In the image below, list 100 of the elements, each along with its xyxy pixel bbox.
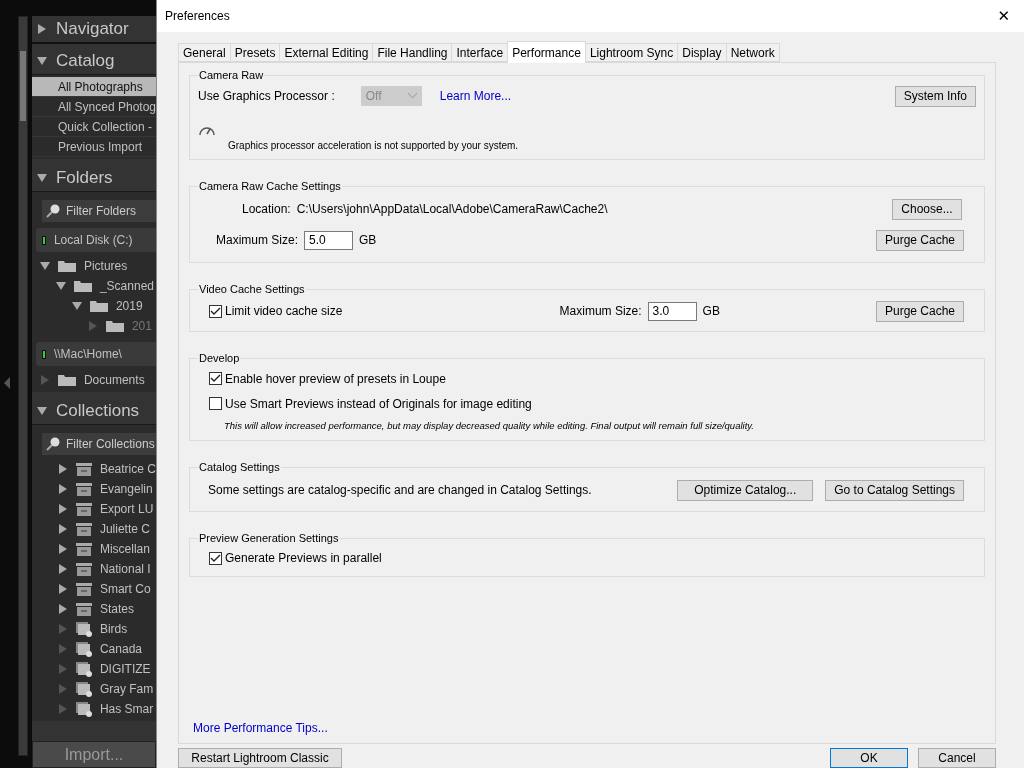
panel-header[interactable]: Navigator	[31, 16, 156, 43]
panel-header[interactable]: Folders	[31, 165, 156, 192]
size-input[interactable]: 3.0	[647, 301, 697, 321]
collection-row[interactable]: Evangelin	[31, 479, 156, 500]
tab[interactable]: Presets	[229, 43, 281, 62]
collection-label: Canada	[99, 642, 142, 657]
panel-arrow-icon[interactable]	[36, 56, 47, 66]
panel-header[interactable]: Collections	[31, 398, 156, 425]
learn-more-link[interactable]: Learn More...	[439, 89, 512, 103]
collection-row[interactable]: Juliette C	[31, 519, 156, 540]
checkbox[interactable]	[209, 304, 222, 318]
collection-row[interactable]: Export LU	[31, 499, 156, 520]
expand-arrow-icon[interactable]	[55, 281, 66, 292]
system-info-button[interactable]: System Info	[894, 85, 976, 107]
filter-field[interactable]: Filter Collections	[41, 433, 156, 456]
collapse-arrow-icon[interactable]	[4, 377, 10, 389]
expand-arrow-icon[interactable]	[57, 484, 68, 495]
develop-option[interactable]: Use Smart Previews instead of Originals for image editing	[209, 396, 532, 411]
collection-label: Birds	[99, 622, 128, 637]
catalog-item[interactable]: All Photographs	[31, 77, 156, 98]
catalog-settings-button[interactable]: Go to Catalog Settings	[825, 479, 964, 501]
panel-title: Folders	[55, 168, 113, 189]
expand-arrow-icon[interactable]	[39, 261, 50, 272]
collection-label: Has Smar	[99, 702, 154, 717]
collection-row[interactable]: Birds	[31, 619, 156, 640]
expand-arrow-icon[interactable]	[57, 564, 68, 575]
parallel-previews-checkbox[interactable]: Generate Previews in parallel	[209, 551, 382, 565]
performance-tips-link[interactable]: More Performance Tips...	[193, 721, 328, 735]
tab[interactable]: Network	[725, 43, 780, 62]
tab[interactable]: Display	[677, 43, 727, 62]
expand-arrow-icon[interactable]	[57, 504, 68, 515]
scrollbar-thumb[interactable]	[19, 51, 26, 121]
develop-option[interactable]: Enable hover preview of presets in Loupe	[209, 371, 446, 386]
expand-arrow-icon[interactable]	[57, 524, 68, 535]
purge-cache-button[interactable]: Purge Cache	[875, 229, 964, 251]
panel-arrow-icon[interactable]	[36, 406, 47, 417]
purge-cache-button[interactable]: Purge Cache	[875, 300, 964, 322]
checkbox[interactable]	[209, 372, 222, 385]
close-button[interactable]: ✕	[995, 7, 1012, 25]
expand-arrow-icon[interactable]	[57, 584, 68, 595]
volume-header[interactable]: \\Mac\Home\	[35, 342, 156, 367]
collection-set-icon	[75, 562, 92, 576]
expand-arrow-icon[interactable]	[71, 301, 82, 312]
panel-arrow-icon[interactable]	[36, 24, 47, 35]
smart-collection-icon	[75, 701, 92, 717]
collection-label: Gray Fam	[99, 682, 154, 697]
restart-button[interactable]: Restart Lightroom Classic	[178, 748, 342, 768]
collection-row[interactable]: Gray Fam	[31, 679, 156, 700]
ok-button[interactable]: OK	[830, 748, 908, 768]
folder-icon	[105, 320, 124, 333]
optimize-catalog-button[interactable]: Optimize Catalog...	[677, 479, 814, 501]
collection-label: National I	[99, 562, 151, 577]
folder-label: _Scanned	[99, 279, 154, 294]
checkbox[interactable]	[209, 397, 222, 410]
folder-icon	[89, 300, 108, 313]
unit-label: GB	[702, 304, 720, 318]
catalog-note: Some settings are catalog-specific and are changed in Catalog Settings.	[208, 483, 592, 497]
limit-cache-checkbox[interactable]: Limit video cache size	[209, 304, 343, 318]
folder-row[interactable]: 2019	[31, 296, 156, 317]
collection-row[interactable]: States	[31, 599, 156, 620]
tab[interactable]: File Handling	[372, 43, 453, 62]
tab[interactable]: Performance	[507, 41, 586, 63]
collection-label: DIGITIZE	[99, 662, 151, 677]
search-icon	[45, 437, 62, 452]
tab[interactable]: Lightroom Sync	[584, 43, 679, 62]
folder-icon	[57, 260, 76, 273]
expand-arrow-icon[interactable]	[57, 604, 68, 615]
collection-row[interactable]: National I	[31, 559, 156, 580]
panel-arrow-icon[interactable]	[36, 173, 47, 184]
folder-row[interactable]: _Scanned	[31, 276, 156, 297]
collection-row[interactable]: Has Smar	[31, 699, 156, 720]
volume-header[interactable]: Local Disk (C:)	[35, 228, 156, 253]
smart-collection-icon	[75, 681, 92, 697]
collection-row[interactable]: Canada	[31, 639, 156, 660]
volume-label: \\Mac\Home\	[53, 347, 122, 362]
folder-row[interactable]: Documents	[31, 370, 156, 391]
field-label: Use Graphics Processor :	[198, 89, 335, 103]
volume-label: Local Disk (C:)	[53, 233, 133, 248]
tab[interactable]: General	[178, 43, 231, 62]
collection-row[interactable]: Beatrice C	[31, 459, 156, 480]
collection-row[interactable]: Smart Co	[31, 579, 156, 600]
expand-arrow-icon[interactable]	[57, 464, 68, 475]
collection-row[interactable]: Miscellan	[31, 539, 156, 560]
cancel-button[interactable]: Cancel	[918, 748, 996, 768]
caret-icon	[407, 93, 417, 99]
collection-label: Beatrice C	[99, 462, 156, 477]
collection-set-icon	[75, 522, 92, 536]
choose-button[interactable]: Choose...	[892, 198, 962, 220]
folder-icon	[57, 374, 76, 387]
collection-label: Evangelin	[99, 482, 153, 497]
size-input[interactable]: 5.0	[304, 230, 353, 250]
tab[interactable]: External Editing	[279, 43, 374, 62]
tab[interactable]: Interface	[451, 43, 509, 62]
expand-arrow-icon[interactable]	[57, 544, 68, 555]
filter-field[interactable]: Filter Folders	[41, 200, 156, 223]
collection-row[interactable]: DIGITIZE	[31, 659, 156, 680]
collection-label: States	[99, 602, 134, 617]
panel-header[interactable]: Catalog	[31, 47, 156, 75]
checkbox[interactable]	[209, 551, 222, 565]
folder-row[interactable]: Pictures	[31, 256, 156, 277]
